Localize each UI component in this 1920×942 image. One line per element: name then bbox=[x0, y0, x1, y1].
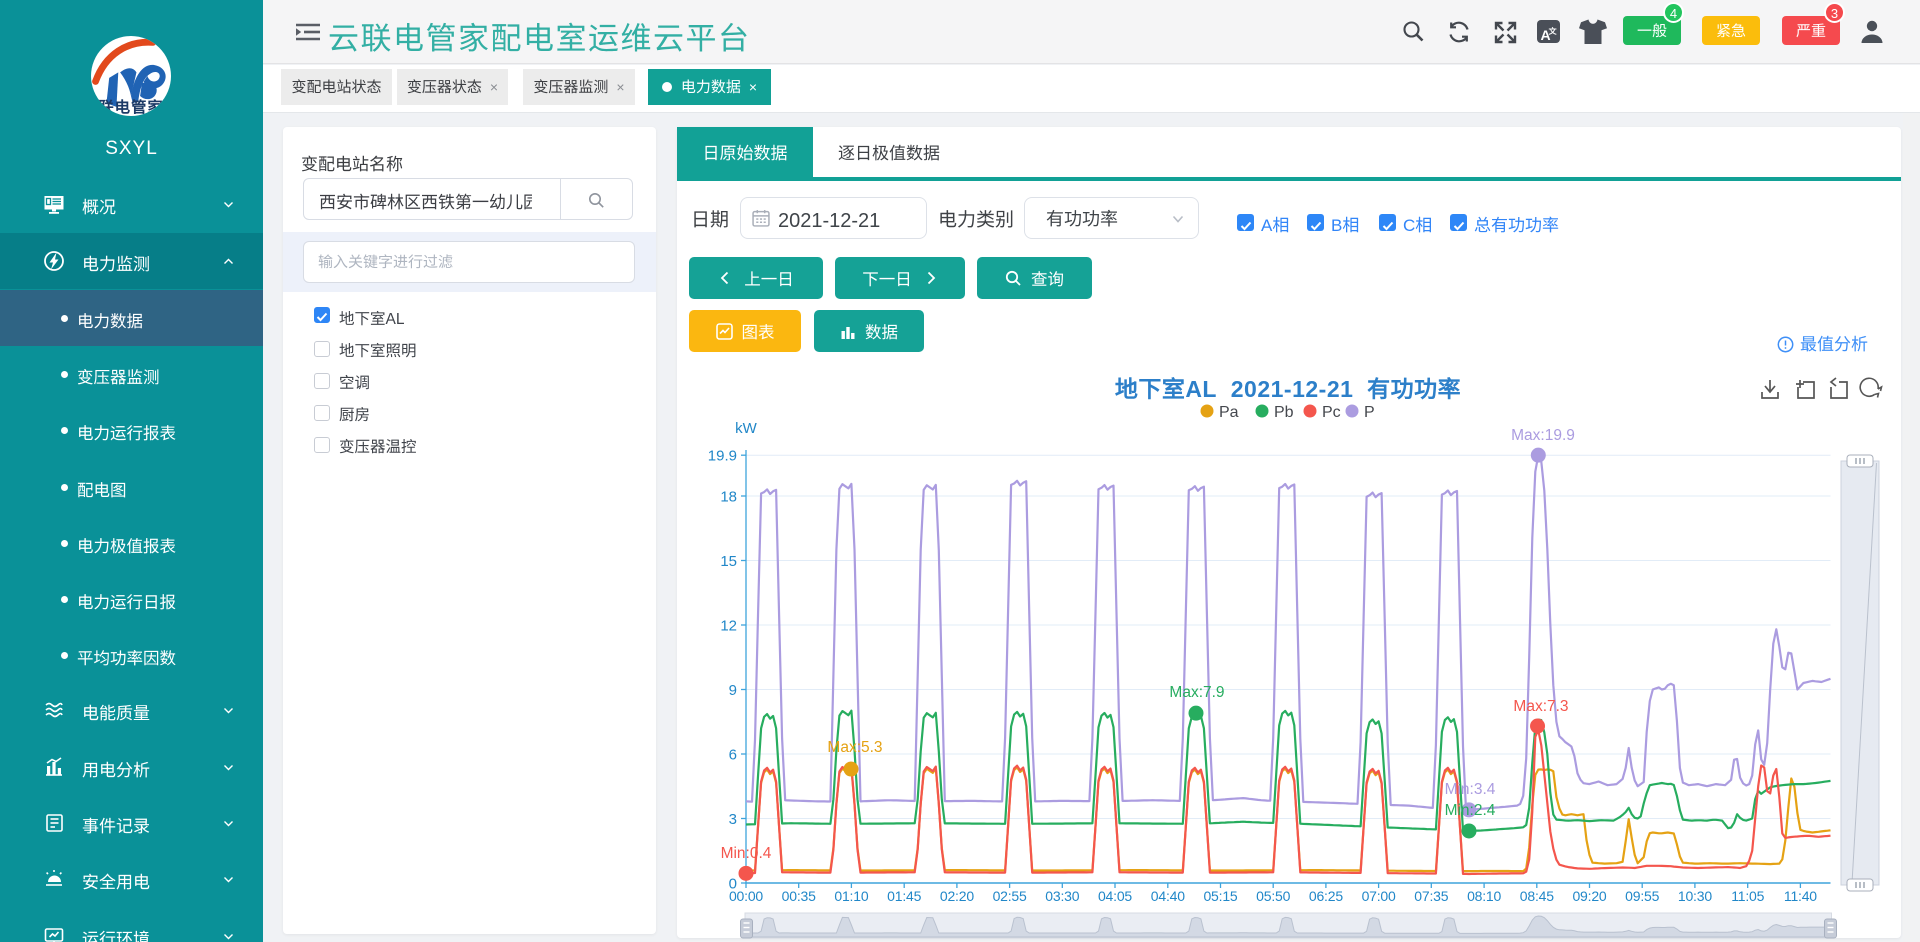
svg-text:11:05: 11:05 bbox=[1731, 886, 1764, 906]
svg-text:Min:0.4: Min:0.4 bbox=[721, 841, 772, 863]
svg-text:02:20: 02:20 bbox=[940, 886, 974, 906]
svg-text:09:55: 09:55 bbox=[1625, 886, 1659, 906]
svg-text:Pc: Pc bbox=[1322, 398, 1341, 422]
svg-text:00:35: 00:35 bbox=[782, 886, 816, 906]
svg-text:19.9: 19.9 bbox=[708, 445, 737, 466]
svg-text:Min:3.4: Min:3.4 bbox=[1445, 777, 1496, 799]
svg-text:10:30: 10:30 bbox=[1678, 886, 1712, 906]
svg-text:08:45: 08:45 bbox=[1520, 886, 1554, 906]
svg-text:03:30: 03:30 bbox=[1045, 886, 1079, 906]
svg-text:Max:7.9: Max:7.9 bbox=[1169, 680, 1224, 702]
svg-text:01:45: 01:45 bbox=[887, 886, 921, 906]
svg-text:05:50: 05:50 bbox=[1256, 886, 1290, 906]
svg-text:Pb: Pb bbox=[1274, 398, 1294, 422]
svg-text:01:10: 01:10 bbox=[834, 886, 868, 906]
svg-text:kW: kW bbox=[735, 417, 758, 438]
svg-text:12: 12 bbox=[720, 615, 737, 636]
svg-text:Pa: Pa bbox=[1219, 398, 1239, 422]
svg-text:06:25: 06:25 bbox=[1309, 886, 1343, 906]
svg-text:6: 6 bbox=[729, 744, 737, 765]
svg-text:07:00: 07:00 bbox=[1362, 886, 1396, 906]
svg-text:00:00: 00:00 bbox=[729, 886, 763, 906]
svg-text:Min:2.4: Min:2.4 bbox=[1445, 798, 1496, 820]
svg-text:05:15: 05:15 bbox=[1203, 886, 1237, 906]
svg-text:11:40: 11:40 bbox=[1784, 886, 1817, 906]
svg-text:9: 9 bbox=[729, 679, 737, 700]
svg-text:07:35: 07:35 bbox=[1414, 886, 1448, 906]
svg-text:02:55: 02:55 bbox=[993, 886, 1027, 906]
svg-text:09:20: 09:20 bbox=[1572, 886, 1606, 906]
svg-text:Max:7.3: Max:7.3 bbox=[1513, 694, 1568, 716]
svg-text:08:10: 08:10 bbox=[1467, 886, 1501, 906]
svg-text:15: 15 bbox=[720, 550, 737, 571]
svg-text:3: 3 bbox=[729, 808, 737, 829]
svg-text:Max:19.9: Max:19.9 bbox=[1511, 423, 1575, 445]
svg-text:04:40: 04:40 bbox=[1151, 886, 1185, 906]
svg-text:联电管家: 联电管家 bbox=[98, 95, 163, 116]
svg-text:Max:5.3: Max:5.3 bbox=[827, 735, 882, 757]
svg-text:P: P bbox=[1364, 398, 1375, 422]
svg-text:04:05: 04:05 bbox=[1098, 886, 1132, 906]
svg-text:18: 18 bbox=[720, 486, 737, 507]
